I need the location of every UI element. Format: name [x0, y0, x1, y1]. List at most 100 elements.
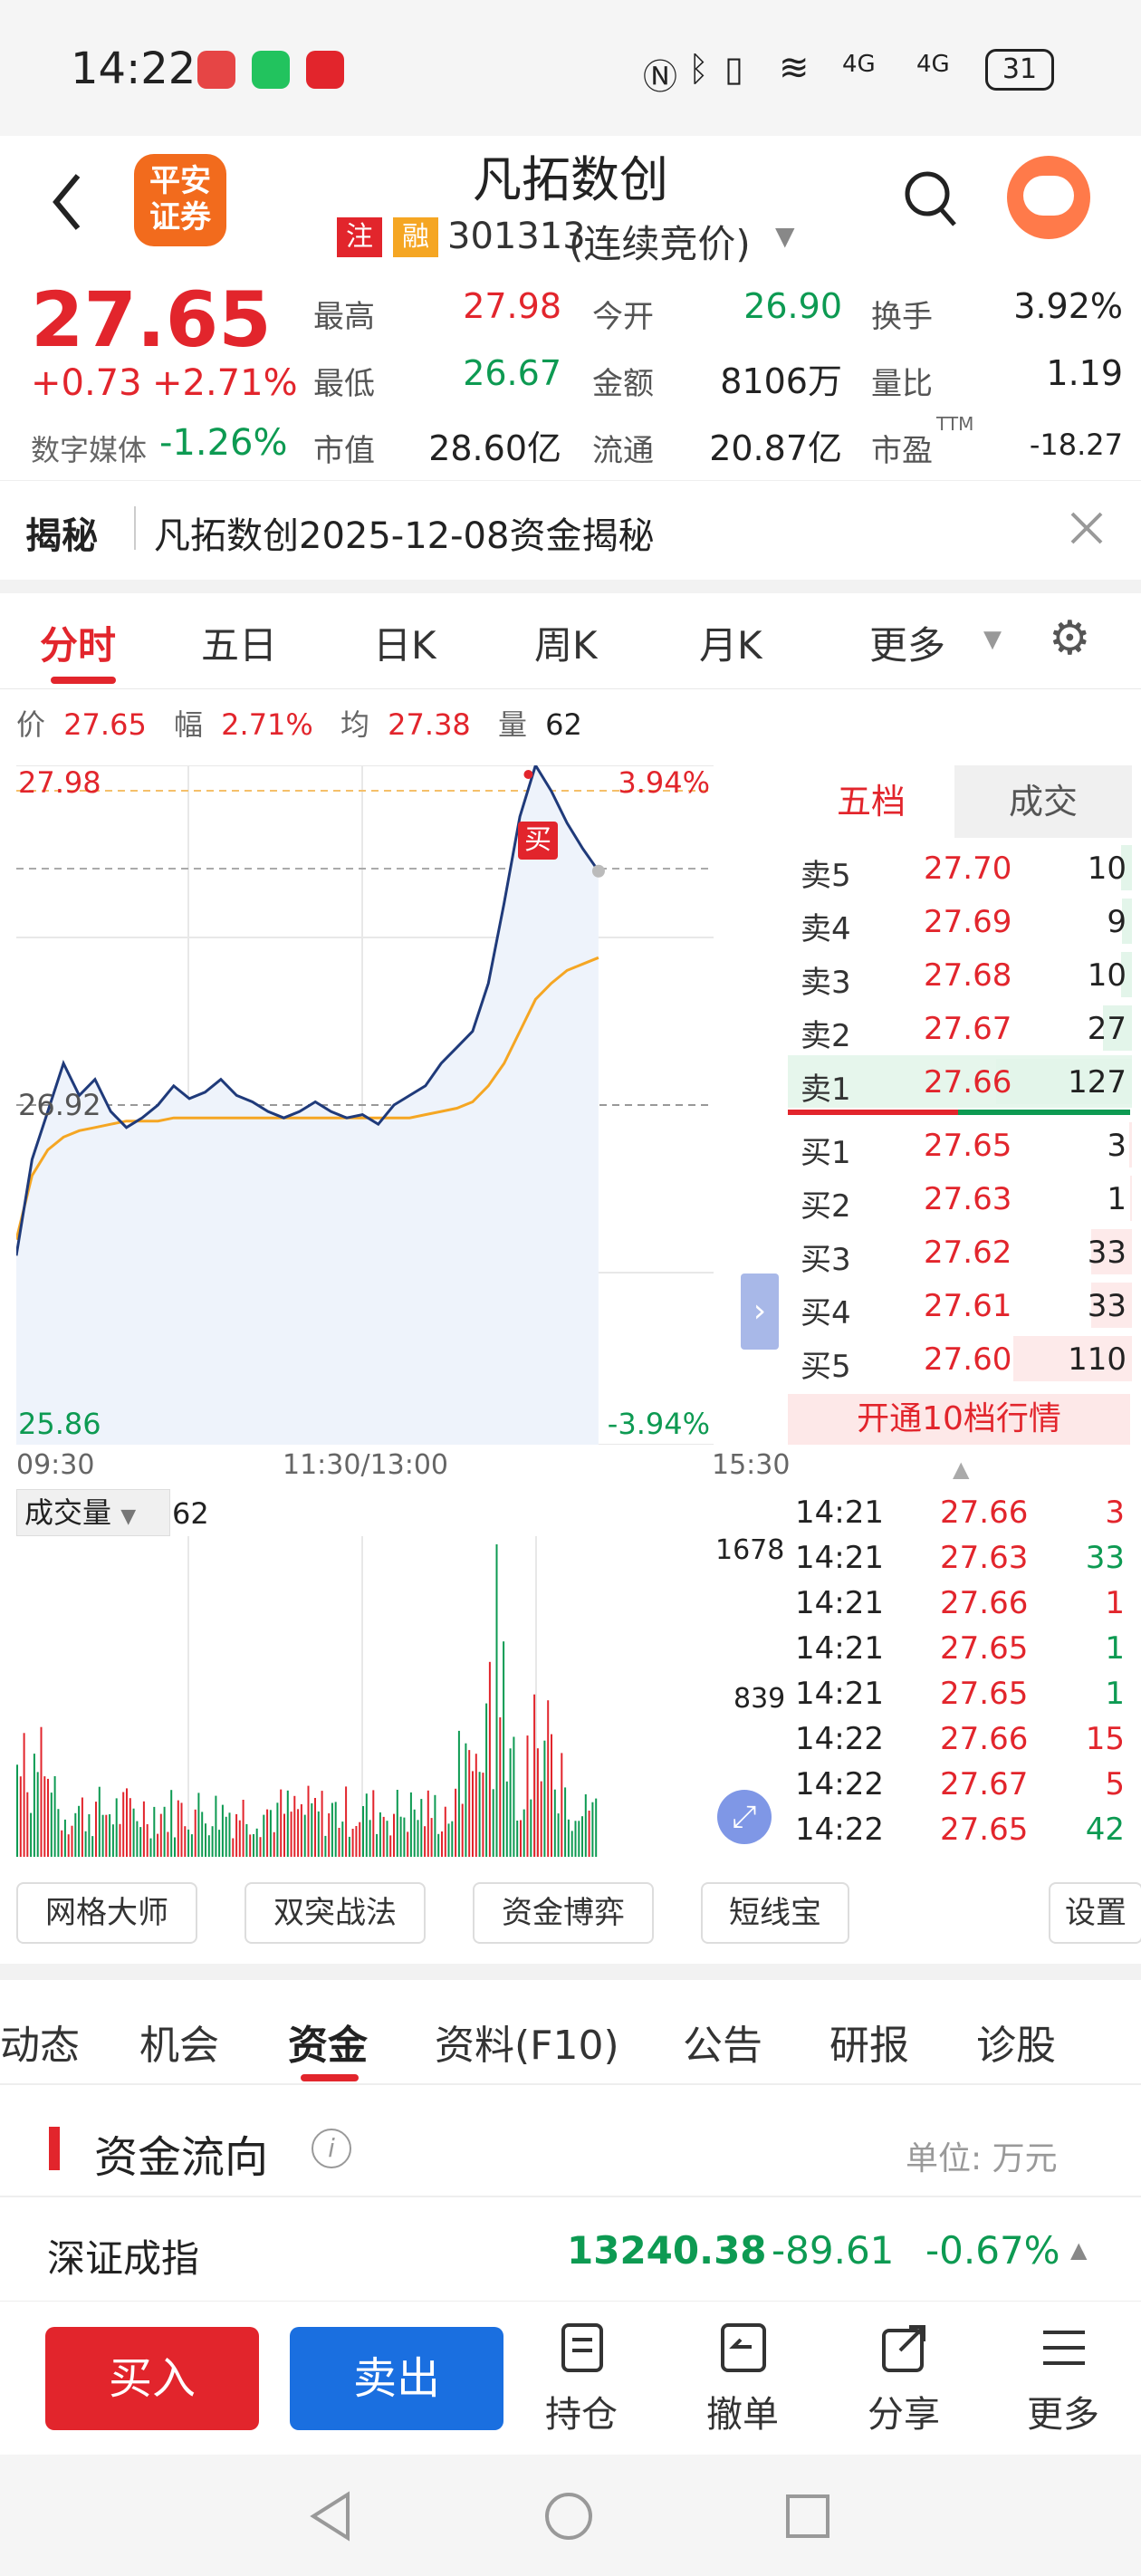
bid-row[interactable]: 买5 27.60 110: [788, 1332, 1132, 1385]
bid-label: 买5: [801, 1349, 851, 1385]
index-change: -89.61: [772, 2228, 895, 2273]
tab-trades[interactable]: 成交: [954, 765, 1132, 838]
ask-row[interactable]: 卖4 27.69 9: [788, 895, 1132, 947]
more-button[interactable]: 更多: [1009, 2321, 1117, 2448]
trade-tick-row: 14:22 27.65 42: [788, 1808, 1132, 1853]
bid-row[interactable]: 买3 27.62 33: [788, 1226, 1132, 1278]
price-change-pct: +2.71%: [152, 362, 298, 404]
bid-row[interactable]: 买2 27.63 1: [788, 1172, 1132, 1225]
volume-bar: [472, 1771, 474, 1857]
volume-bar: [540, 1781, 542, 1857]
tab-funds[interactable]: 资金: [288, 2013, 368, 2071]
volume-bar: [307, 1785, 310, 1857]
volume-bar: [570, 1831, 573, 1857]
fund-reveal-banner[interactable]: 揭秘 凡拓数创2025-12-08资金揭秘: [0, 480, 1141, 581]
info-icon[interactable]: i: [312, 2129, 351, 2168]
nav-home-icon[interactable]: [543, 2491, 594, 2542]
collapse-arrow-icon[interactable]: ▲: [953, 1456, 969, 1482]
turnover-value: 3.92%: [1013, 286, 1123, 326]
volume-bar: [225, 1816, 227, 1857]
bid-price: 27.63: [924, 1181, 1012, 1217]
nav-recents-icon[interactable]: [784, 2493, 831, 2540]
ask-levels: 卖5 27.70 10 卖4 27.69 9 卖3 27.68 10 卖2 27.67 27 卖1 27.…: [788, 841, 1132, 1113]
volume-bar: [547, 1700, 550, 1857]
tab-f10[interactable]: 资料(F10): [435, 2013, 619, 2071]
ask-label: 卖1: [801, 1072, 851, 1108]
ask-volume: 10: [1087, 851, 1127, 887]
tab-weekly-k[interactable]: 周K: [534, 615, 598, 670]
assistant-avatar[interactable]: [1007, 156, 1090, 239]
bid-volume-bar: [1129, 1122, 1132, 1168]
expand-panel-arrow-icon[interactable]: ›: [741, 1274, 779, 1350]
trade-price: 27.65: [940, 1812, 1029, 1848]
volume-bar: [71, 1825, 73, 1857]
pe-ttm-label: TTM: [936, 413, 974, 435]
back-icon[interactable]: [49, 170, 85, 234]
volume-chart[interactable]: [16, 1536, 714, 1857]
fund-game-button[interactable]: 资金博弈: [473, 1882, 654, 1944]
grid-master-button[interactable]: 网格大师: [16, 1882, 197, 1944]
tab-announcements[interactable]: 公告: [683, 2013, 762, 2071]
volume-bar: [311, 1802, 313, 1857]
nav-back-icon[interactable]: [308, 2491, 353, 2542]
buy-button[interactable]: 买入: [45, 2327, 259, 2430]
ask-row[interactable]: 卖1 27.66 127: [788, 1055, 1132, 1108]
tab-opportunity[interactable]: 机会: [139, 2013, 219, 2071]
tab-daily-k[interactable]: 日K: [373, 615, 436, 670]
close-icon[interactable]: [1069, 510, 1105, 546]
holdings-button[interactable]: 持仓: [527, 2321, 636, 2448]
volume-bar: [201, 1812, 204, 1857]
tab-monthly-k[interactable]: 月K: [699, 615, 762, 670]
search-icon[interactable]: [904, 168, 958, 232]
tab-news[interactable]: 动态: [0, 2013, 80, 2071]
bid-row[interactable]: 买4 27.61 33: [788, 1279, 1132, 1331]
volume-bar: [50, 1793, 53, 1857]
low-value: 26.67: [463, 353, 561, 393]
tab-intraday[interactable]: 分时: [40, 615, 116, 670]
sell-button[interactable]: 卖出: [290, 2327, 503, 2430]
trade-price: 27.66: [940, 1495, 1029, 1531]
volume-bar: [574, 1821, 577, 1857]
volume-bar: [245, 1823, 248, 1857]
status-bar: 14:22 Ⓝ ᛒ ▯ ≋ 4G 4G 31: [0, 0, 1141, 136]
chart-info-bar: 价 27.65 幅 2.71% 均 27.38 量 62: [16, 702, 582, 756]
settings-gear-icon[interactable]: ⚙: [1049, 611, 1091, 666]
fullscreen-icon[interactable]: ⤢: [717, 1790, 772, 1844]
bid-label: 买1: [801, 1135, 851, 1171]
tab-five-day[interactable]: 五日: [201, 615, 277, 670]
volume-bar: [444, 1806, 446, 1857]
ask-row[interactable]: 卖3 27.68 10: [788, 948, 1132, 1001]
index-expand-icon[interactable]: ▲: [1070, 2237, 1087, 2263]
volume-bar: [215, 1795, 217, 1857]
tab-more[interactable]: 更多: [869, 615, 945, 670]
share-button[interactable]: 分享: [849, 2321, 958, 2448]
dropdown-icon[interactable]: ▼: [775, 221, 795, 251]
volume-bar: [95, 1802, 97, 1857]
tools-settings-button[interactable]: 设置: [1049, 1882, 1141, 1944]
sector-label[interactable]: 数字媒体: [31, 428, 147, 469]
volume-bar: [485, 1703, 488, 1857]
cancel-order-button[interactable]: 撤单: [688, 2321, 797, 2448]
order-book-panel: 五档 成交 卖5 27.70 10 卖4 27.69 9 卖3 27.68 10 卖2 27.67 2…: [788, 765, 1132, 1445]
volume-bar: [88, 1814, 91, 1857]
volume-indicator-select[interactable]: 成交量 ▼: [16, 1489, 170, 1536]
short-term-button[interactable]: 短线宝: [701, 1882, 849, 1944]
current-price-dot: [591, 864, 605, 878]
ask-row[interactable]: 卖2 27.67 27: [788, 1002, 1132, 1054]
upgrade-ten-levels-button[interactable]: 开通10档行情: [788, 1394, 1130, 1445]
ask-label: 卖5: [801, 858, 851, 894]
signal-2-icon: 4G: [916, 51, 950, 78]
tab-diagnosis[interactable]: 诊股: [976, 2013, 1056, 2071]
volume-bar: [434, 1794, 436, 1857]
tab-research[interactable]: 研报: [829, 2013, 909, 2071]
trade-tick-row: 14:22 27.67 5: [788, 1763, 1132, 1808]
double-break-button[interactable]: 双突战法: [244, 1882, 426, 1944]
intraday-price-chart[interactable]: 买 27.98 26.92 25.86 3.94% -3.94%: [16, 765, 714, 1445]
last-price: 27.65: [31, 275, 272, 364]
ask-row[interactable]: 卖5 27.70 10: [788, 841, 1132, 894]
more-dropdown-icon[interactable]: ▼: [983, 626, 1002, 653]
app-notification-icon: [306, 51, 344, 89]
bid-row[interactable]: 买1 27.65 3: [788, 1119, 1132, 1171]
tab-five-levels[interactable]: 五档: [788, 765, 954, 838]
float-label: 流通: [592, 433, 654, 469]
